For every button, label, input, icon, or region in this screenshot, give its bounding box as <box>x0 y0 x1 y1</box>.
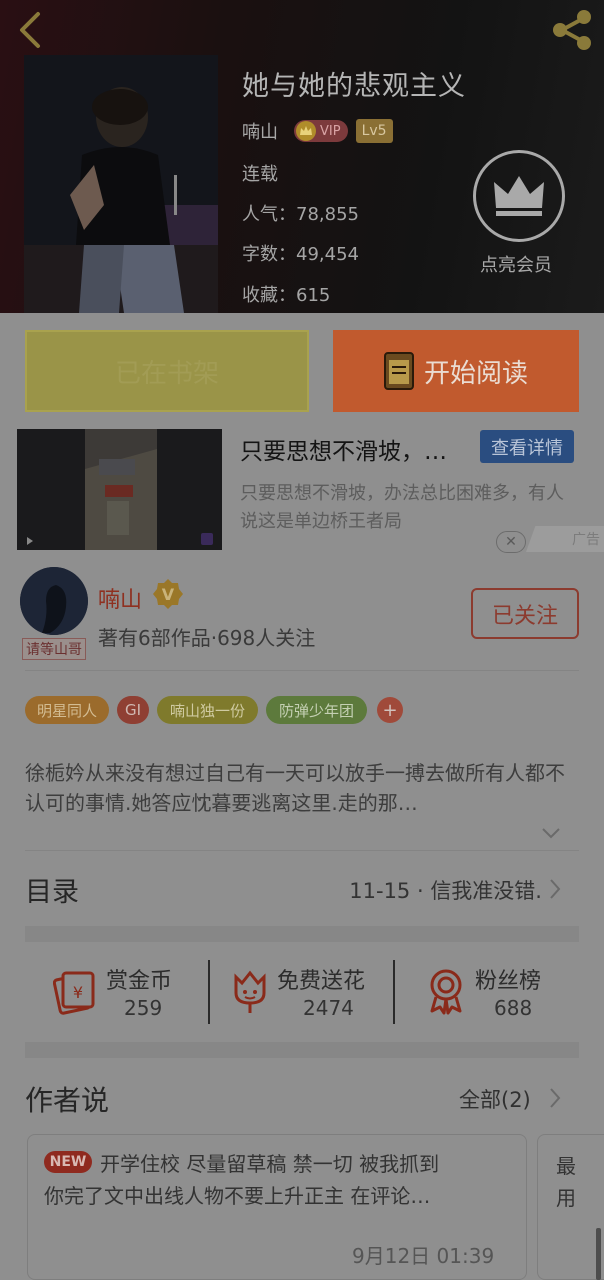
section-divider <box>25 926 579 942</box>
section-divider <box>25 1042 579 1058</box>
chevron-right-icon[interactable] <box>548 1086 562 1110</box>
author-avatar[interactable] <box>20 567 88 635</box>
author-says-all-link[interactable]: 全部(2) <box>459 1084 531 1114</box>
start-reading-button[interactable]: 开始阅读 <box>333 330 579 412</box>
reward-coin-icon[interactable]: ¥ <box>53 967 97 1015</box>
author-note-line: 用 <box>556 1186 576 1210</box>
book-header: 她与她的悲观主义 喃山 VIP Lv5 连载 人气：78,855 字数：49,4… <box>0 0 604 313</box>
share-icon[interactable] <box>548 8 596 52</box>
svg-text:V: V <box>162 585 175 604</box>
ad-close-button[interactable]: ✕ <box>496 531 526 553</box>
book-title: 她与她的悲观主义 <box>242 71 466 102</box>
catalog-label[interactable]: 目录 <box>25 870 79 909</box>
ad-video-thumbnail[interactable] <box>17 429 222 550</box>
vip-badge: VIP <box>294 120 348 142</box>
ad-tag-label: 广告 <box>572 532 600 548</box>
fan-ranking-icon[interactable] <box>424 967 468 1015</box>
ad-description[interactable]: 只要思想不滑坡，办法总比困难多，有人说这是单边桥王者局 <box>240 480 570 536</box>
author-note-line: 开学住校 尽量留草稿 禁一切 被我抓到 <box>100 1152 440 1176</box>
add-tag-button[interactable]: + <box>377 697 403 723</box>
vip-label: VIP <box>320 123 341 139</box>
in-bookshelf-label: 已在书架 <box>114 358 219 389</box>
author-name-link[interactable]: 喃山 <box>98 582 142 614</box>
author-name[interactable]: 喃山 <box>242 118 278 144</box>
reward-coins-label[interactable]: 赏金币 <box>106 963 172 995</box>
serial-status: 连载 <box>242 164 278 185</box>
reward-coins-value: 259 <box>124 996 163 1020</box>
ad-detail-button[interactable]: 查看详情 <box>480 430 574 463</box>
vip-member-label[interactable]: 点亮会员 <box>480 251 552 277</box>
fan-ranking-value: 688 <box>494 996 533 1020</box>
chevron-right-icon[interactable] <box>548 877 562 901</box>
book-cover-image[interactable] <box>24 55 218 313</box>
level-badge: Lv5 <box>355 119 393 143</box>
avatar-tag: 请等山哥 <box>22 638 86 660</box>
tag-item[interactable]: 喃山独一份 <box>157 696 258 724</box>
author-stats: 著有6部作品·698人关注 <box>98 626 316 650</box>
fan-ranking-label[interactable]: 粉丝榜 <box>475 963 541 995</box>
free-flowers-label[interactable]: 免费送花 <box>277 963 365 995</box>
word-count: 字数：49,454 <box>242 244 359 265</box>
svg-text:¥: ¥ <box>73 983 83 1002</box>
in-bookshelf-button[interactable]: 已在书架 <box>25 330 309 412</box>
vip-member-button[interactable] <box>473 150 565 242</box>
author-note-line: 你完了文中出线人物不要上升正主 在评论… <box>44 1184 431 1208</box>
author-says-label: 作者说 <box>25 1084 110 1117</box>
tag-item[interactable]: 明星同人 <box>25 696 109 724</box>
divider <box>25 670 579 671</box>
divider <box>25 850 579 851</box>
author-note-line: 最 <box>556 1154 576 1178</box>
author-note-time: 9月12日 01:39 <box>352 1244 495 1268</box>
crown-icon <box>296 121 316 141</box>
new-badge: NEW <box>44 1151 92 1173</box>
start-reading-label: 开始阅读 <box>423 358 528 389</box>
scrollbar[interactable] <box>596 1228 601 1280</box>
follow-button[interactable]: 已关注 <box>471 588 579 639</box>
crown-icon <box>494 176 544 216</box>
tag-item[interactable]: 防弹少年团 <box>266 696 367 724</box>
favorites-count: 收藏：615 <box>242 285 331 306</box>
tag-item[interactable]: GI <box>117 696 149 724</box>
verified-badge-icon: V <box>153 579 183 609</box>
stat-divider <box>208 960 210 1024</box>
latest-chapter[interactable]: 11-15 · 信我准没错. <box>349 875 542 905</box>
flower-icon[interactable] <box>228 967 272 1015</box>
free-flowers-value: 2474 <box>303 996 354 1020</box>
popularity-count: 人气：78,855 <box>242 204 359 225</box>
book-icon <box>383 352 414 390</box>
ad-title[interactable]: 只要思想不滑坡，… <box>240 432 447 466</box>
ad-tag: 广告 <box>526 526 604 552</box>
chevron-down-icon[interactable] <box>540 826 562 840</box>
author-row: 喃山 VIP Lv5 <box>242 118 393 144</box>
stat-divider <box>393 960 395 1024</box>
book-synopsis[interactable]: 徐栀妗从来没有想过自己有一天可以放手一搏去做所有人都不认可的事情.她答应忱暮要逃… <box>25 758 579 818</box>
back-arrow-icon[interactable] <box>14 10 50 50</box>
